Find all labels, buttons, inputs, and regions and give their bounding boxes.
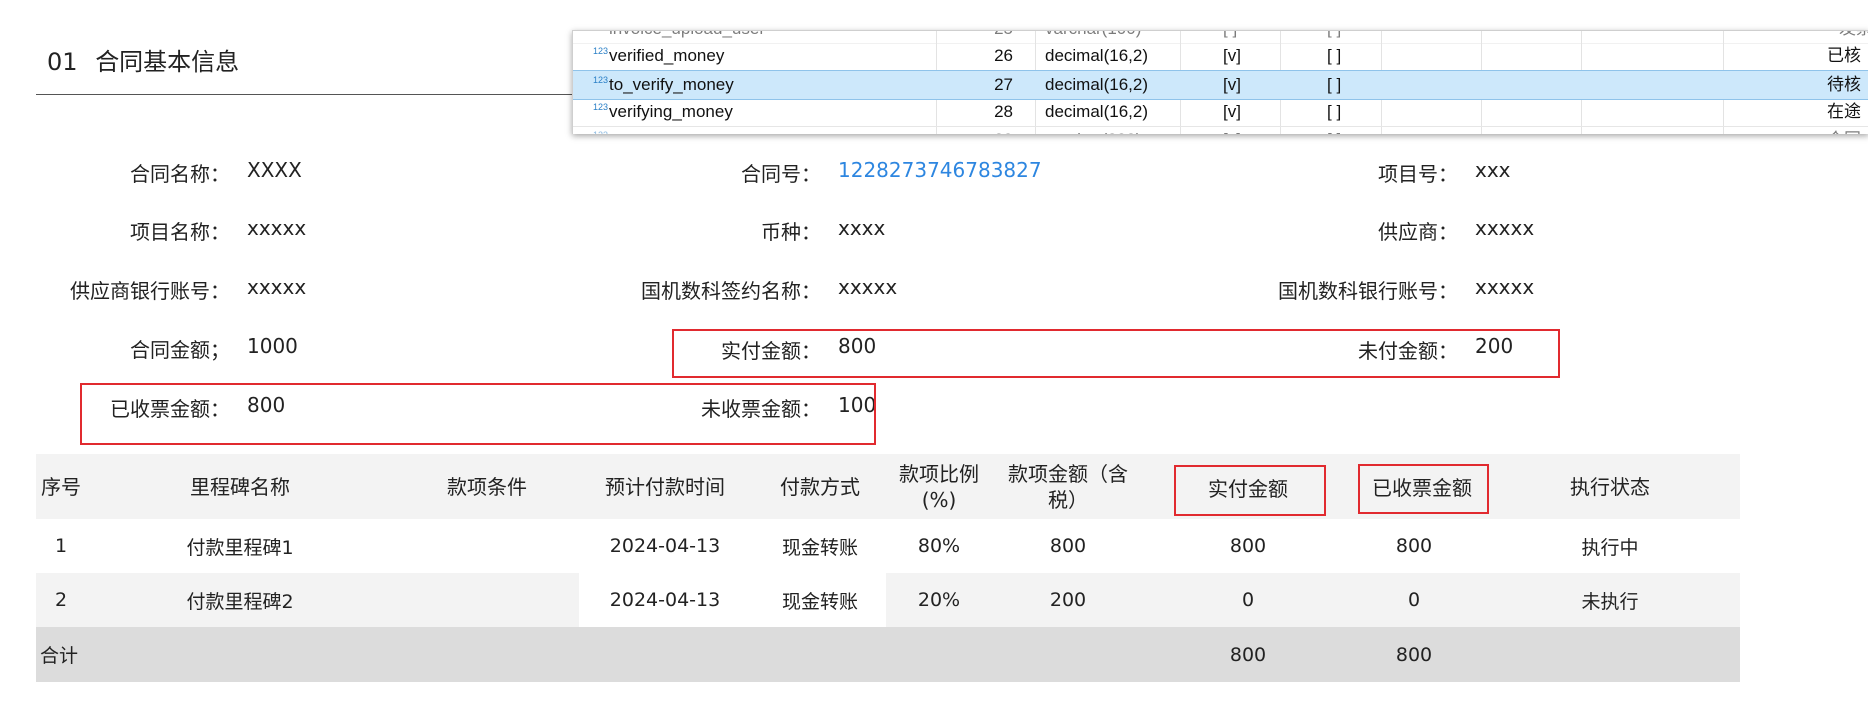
supplier-bank-label: 供应商银行账号：: [70, 279, 230, 303]
project-no-label: 项目号：: [1378, 162, 1458, 186]
currency-value: xxxx: [838, 216, 886, 240]
db-row[interactable]: 123verified_money 26 decimal(16,2) [v] […: [573, 42, 1868, 71]
db-column-name: verifying_money: [609, 102, 733, 121]
signer-name-value: xxxxx: [838, 275, 898, 299]
db-row[interactable]: 123verifying_money 28 decimal(16,2) [v] …: [573, 98, 1868, 127]
db-column-name: contract_name_cn: [609, 130, 749, 134]
section-number: 01: [47, 48, 78, 76]
total-invoiced: 800: [1395, 643, 1433, 666]
cell-terms: [422, 573, 552, 627]
signer-bank-label: 国机数科银行账号：: [1278, 279, 1458, 303]
cell-ratio: 20%: [917, 589, 961, 611]
db-not-null: [v]: [1223, 75, 1241, 94]
cell-terms: [422, 519, 552, 573]
contract-name-label: 合同名称：: [130, 162, 230, 186]
contract-amount-label: 合同金额；: [130, 338, 230, 362]
supplier-bank-value: xxxxx: [247, 275, 307, 299]
cell-seq: 1: [54, 535, 68, 557]
cell-invoiced: 0: [1407, 589, 1421, 611]
project-name-label: 项目名称：: [130, 220, 230, 244]
db-column-name: invoice_upload_user: [609, 31, 765, 38]
contract-no-label: 合同号：: [741, 162, 821, 186]
cell-status: 执行中: [1581, 536, 1639, 559]
db-column-type: decimal(16,2): [1045, 75, 1148, 94]
contract-no-link[interactable]: 1228273746783827: [838, 158, 1042, 182]
db-column-index: 29: [953, 126, 1013, 134]
cell-paid: 800: [1229, 535, 1267, 557]
cell-milestone: 付款里程碑1: [186, 536, 294, 559]
db-column-type: decimal(16,2): [1045, 46, 1148, 65]
db-row-selected[interactable]: 123to_verify_money 27 decimal(16,2) [v] …: [573, 70, 1868, 100]
highlight-box-paid-header: [1174, 465, 1326, 516]
supplier-label: 供应商：: [1378, 220, 1458, 244]
header-ratio-line2: (%): [921, 488, 957, 512]
db-row[interactable]: 123contract_name_cn 29 varchar(200) [v] …: [573, 126, 1868, 134]
cell-plan-date: 2024-04-13: [609, 589, 721, 611]
section-title: 01 合同基本信息: [47, 42, 239, 77]
numeric-type-icon: 123: [593, 46, 609, 56]
numeric-type-icon: 123: [593, 102, 609, 112]
cell-invoiced: 800: [1395, 535, 1433, 557]
highlight-box-invoiced-header: [1358, 464, 1489, 514]
header-amount-line2: 税）: [1048, 488, 1088, 512]
header-milestone: 里程碑名称: [190, 474, 290, 499]
db-comment: 合同: [1827, 126, 1868, 134]
signer-bank-value: xxxxx: [1475, 275, 1535, 299]
db-column-index: 26: [994, 46, 1013, 65]
highlight-box-invoice: [80, 383, 876, 445]
db-column-type: decimal(16,2): [1045, 102, 1148, 121]
db-column-name: verified_money: [609, 46, 725, 65]
numeric-type-icon: 123: [593, 130, 608, 134]
cell-seq: 2: [54, 589, 68, 611]
header-seq: 序号: [41, 474, 81, 499]
db-comment: 待核: [1827, 75, 1861, 94]
table-total-row: [36, 627, 1740, 682]
cell-status: 未执行: [1581, 590, 1639, 613]
header-terms: 款项条件: [447, 474, 527, 499]
db-comment: 已核: [1827, 46, 1861, 65]
total-paid: 800: [1229, 643, 1267, 666]
cell-amount: 200: [1049, 589, 1087, 611]
total-label: 合计: [40, 645, 79, 667]
currency-label: 币种：: [761, 220, 821, 244]
header-amount: 款项金额（含 税）: [998, 460, 1138, 514]
contract-amount-value: 1000: [247, 334, 298, 358]
cell-method: 现金转账: [781, 536, 858, 559]
supplier-value: xxxxx: [1475, 216, 1535, 240]
db-comment: 在途: [1827, 102, 1861, 121]
db-not-null: [v]: [1223, 126, 1273, 134]
header-ratio: 款项比例 (%): [888, 460, 990, 514]
db-not-null: [v]: [1223, 102, 1241, 121]
project-name-value: xxxxx: [247, 216, 307, 240]
db-column-type: varchar(200): [1045, 126, 1175, 134]
cell-paid: 0: [1241, 589, 1255, 611]
db-schema-panel: 123invoice_upload_user 25 varchar(100) […: [572, 30, 1868, 134]
numeric-type-icon: 123: [593, 75, 609, 85]
header-ratio-line1: 款项比例: [899, 462, 979, 486]
contract-name-value: XXXX: [247, 158, 302, 182]
cell-plan-date: 2024-04-13: [609, 535, 721, 557]
header-amount-line1: 款项金额（含: [1008, 462, 1128, 486]
db-column-index: 27: [994, 75, 1013, 94]
header-method: 付款方式: [780, 474, 860, 499]
cell-ratio: 80%: [917, 535, 961, 557]
db-auto-increment: [ ]: [1327, 126, 1377, 134]
section-title-text: 合同基本信息: [95, 48, 240, 76]
signer-name-label: 国机数科签约名称：: [641, 279, 821, 303]
db-column-name: to_verify_money: [609, 75, 734, 94]
db-auto-increment: [ ]: [1327, 102, 1342, 121]
db-auto-increment: [ ]: [1327, 75, 1342, 94]
project-no-value: xxx: [1475, 158, 1511, 182]
cell-method: 现金转账: [781, 590, 858, 613]
db-auto-increment: [ ]: [1327, 46, 1342, 65]
header-status: 执行状态: [1570, 474, 1650, 499]
cell-amount: 800: [1049, 535, 1087, 557]
header-plan-date: 预计付款时间: [605, 474, 725, 499]
highlight-box-payment: [672, 329, 1560, 378]
cell-milestone: 付款里程碑2: [186, 590, 294, 613]
db-column-index: 28: [994, 102, 1013, 121]
db-not-null: [v]: [1223, 46, 1241, 65]
